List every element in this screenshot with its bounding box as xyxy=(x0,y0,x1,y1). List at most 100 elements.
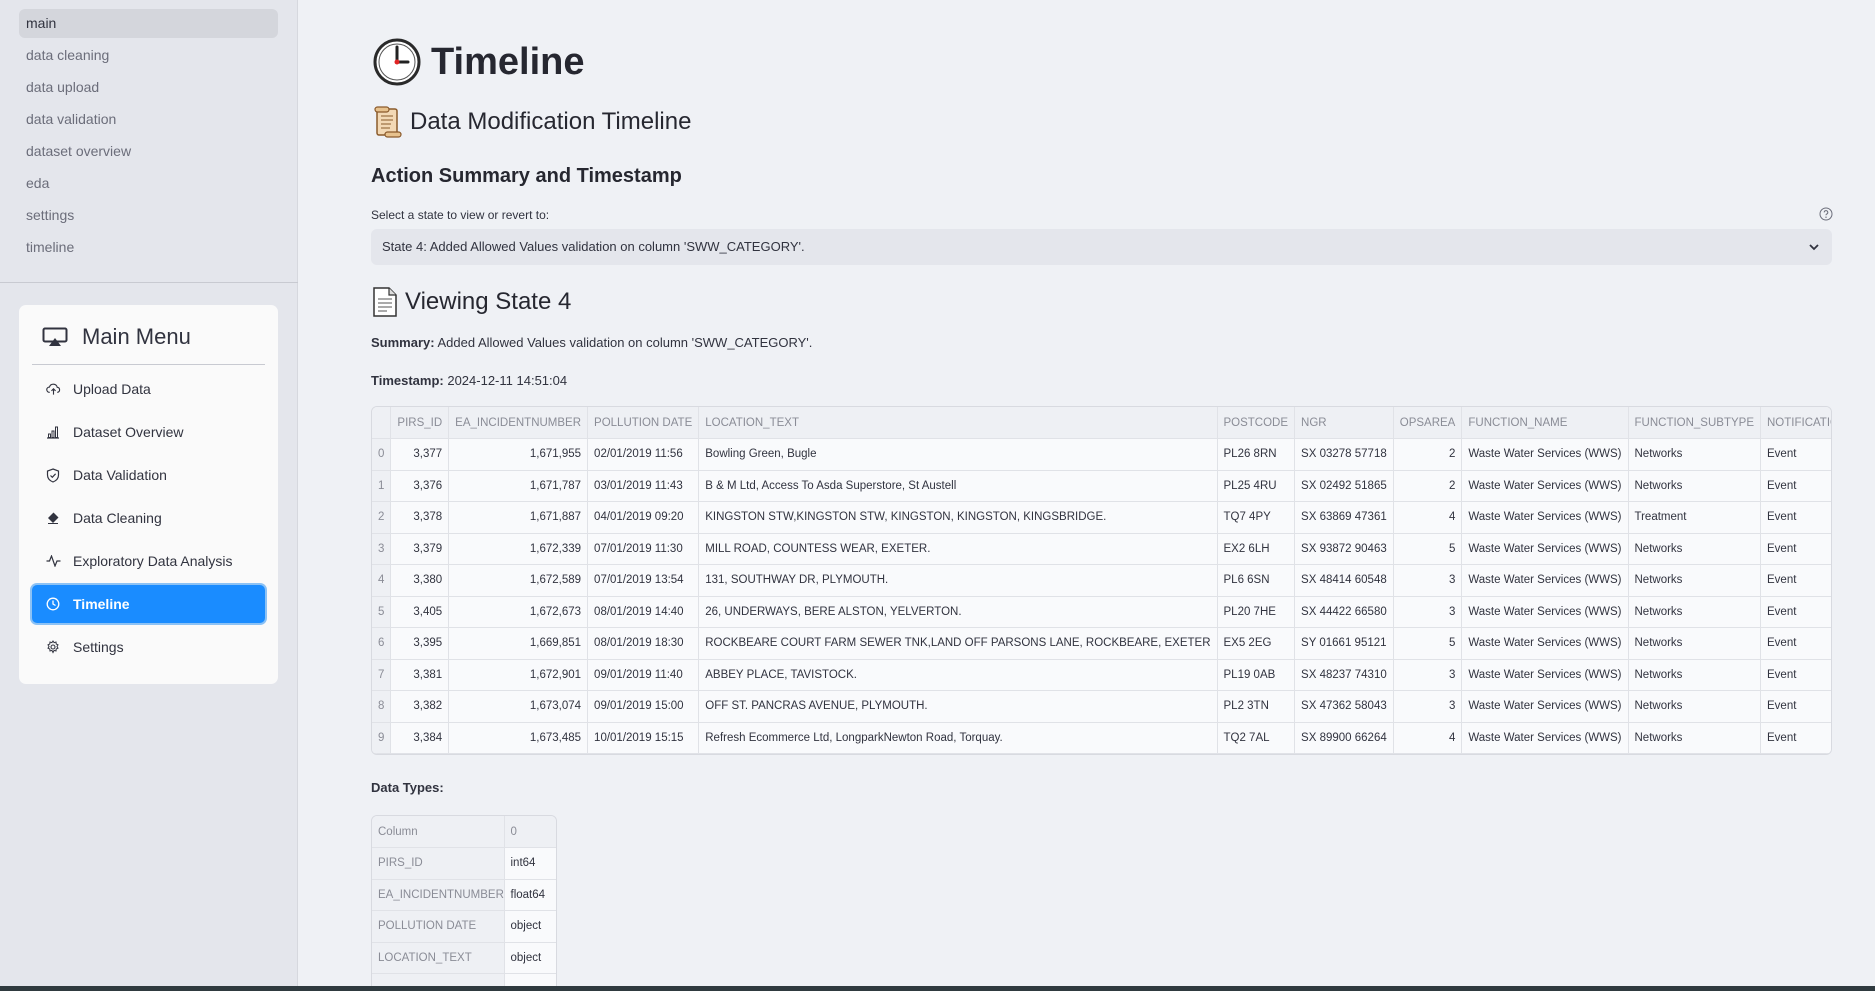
table-header-row: PIRS_ID EA_INCIDENTNUMBER POLLUTION DATE LO… xyxy=(372,407,1831,439)
table-cell: Waste Water Services (WWS) xyxy=(1461,533,1629,565)
table-row[interactable]: 5 3,405 1,672,673 08/01/2019 14:40 26, UNDER… xyxy=(372,596,1831,628)
menu-item-timeline[interactable]: Timeline xyxy=(32,585,265,623)
table-row[interactable]: 4 3,380 1,672,589 07/01/2019 13:54 131, SOUT… xyxy=(372,564,1831,597)
column-header[interactable]: NGR xyxy=(1294,407,1394,439)
table-cell: 1,673,074 xyxy=(448,690,589,723)
column-name-cell: POLLUTION DATE xyxy=(372,910,505,943)
menu-item-exploratory-data-analysis[interactable]: Exploratory Data Analysis xyxy=(32,542,265,580)
table-cell: TQ2 7AL xyxy=(1217,722,1296,754)
table-cell: OFF ST. PANCRAS AVENUE, PLYMOUTH. xyxy=(698,690,1218,723)
row-index: 8 xyxy=(372,690,392,723)
table-row[interactable]: 0 3,377 1,671,955 02/01/2019 11:56 Bowling G… xyxy=(372,438,1831,471)
table-row[interactable]: 8 3,382 1,673,074 09/01/2019 15:00 OFF ST. P… xyxy=(372,690,1831,723)
menu-item-data-validation[interactable]: Data Validation xyxy=(32,456,265,494)
table-cell: B & M Ltd, Access To Asda Superstore, St… xyxy=(698,470,1218,502)
page-link-settings[interactable]: settings xyxy=(19,201,278,230)
table-row[interactable]: 2 3,378 1,671,887 04/01/2019 09:20 KINGSTON … xyxy=(372,501,1831,534)
dtype-cell: float64 xyxy=(504,879,556,911)
column-header[interactable]: FUNCTION_NAME xyxy=(1461,407,1629,439)
table-cell: Event xyxy=(1760,470,1831,502)
index-header[interactable] xyxy=(372,407,392,439)
table-row[interactable]: 6 3,395 1,669,851 08/01/2019 18:30 ROCKBEARE… xyxy=(372,627,1831,660)
table-row: POLLUTION DATE object xyxy=(372,910,556,943)
table-cell: 5 xyxy=(1393,627,1463,660)
row-index: 1 xyxy=(372,470,392,502)
page-link-data-cleaning[interactable]: data cleaning xyxy=(19,41,278,70)
table-cell: 5 xyxy=(1393,533,1463,565)
table-cell: Event xyxy=(1760,533,1831,565)
help-icon[interactable] xyxy=(1819,207,1833,221)
summary-text: Added Allowed Values validation on colum… xyxy=(434,335,813,350)
column-header[interactable]: NOTIFICATION_TYPE xyxy=(1760,407,1831,439)
table-cell: 1,671,955 xyxy=(448,438,589,471)
column-header[interactable]: OPSAREA xyxy=(1393,407,1463,439)
table-row[interactable]: 9 3,384 1,673,485 10/01/2019 15:15 Refresh E… xyxy=(372,722,1831,754)
page-link-data-validation[interactable]: data validation xyxy=(19,105,278,134)
column-header[interactable]: 0 xyxy=(504,816,556,848)
table-cell: Waste Water Services (WWS) xyxy=(1461,659,1629,691)
table-cell: 1,673,485 xyxy=(448,722,589,754)
menu-item-label: Data Validation xyxy=(73,467,167,483)
chevron-down-icon xyxy=(1809,244,1819,251)
scroll-icon xyxy=(374,106,402,138)
dtypes-table: Column 0 PIRS_ID int64 EA_INCIDENTNUMBER flo… xyxy=(372,816,556,990)
table-row[interactable]: 3 3,379 1,672,339 07/01/2019 11:30 MILL ROAD… xyxy=(372,533,1831,565)
data-table: PIRS_ID EA_INCIDENTNUMBER POLLUTION DATE LO… xyxy=(372,407,1831,754)
state-select[interactable]: State 4: Added Allowed Values validation… xyxy=(371,229,1832,265)
column-header[interactable]: Column xyxy=(372,816,505,848)
table-cell: 1,672,589 xyxy=(448,564,589,597)
column-header[interactable]: POSTCODE xyxy=(1217,407,1296,439)
table-cell: SX 47362 58043 xyxy=(1294,690,1394,723)
row-index: 9 xyxy=(372,722,392,754)
data-types-label: Data Types: xyxy=(371,780,444,795)
table-row[interactable]: 1 3,376 1,671,787 03/01/2019 11:43 B & M Ltd… xyxy=(372,470,1831,502)
table-cell: 3,384 xyxy=(390,722,450,754)
page-link-eda[interactable]: eda xyxy=(19,169,278,198)
menu-item-settings[interactable]: Settings xyxy=(32,628,265,666)
page-navigation: main data cleaning data upload data vali… xyxy=(0,0,297,262)
menu-item-data-cleaning[interactable]: Data Cleaning xyxy=(32,499,265,537)
column-header[interactable]: LOCATION_TEXT xyxy=(698,407,1218,439)
table-cell: Waste Water Services (WWS) xyxy=(1461,564,1629,597)
table-cell: 4 xyxy=(1393,501,1463,534)
table-cell: Networks xyxy=(1628,627,1761,660)
table-body: PIRS_ID int64 EA_INCIDENTNUMBER float64 POLL… xyxy=(372,847,556,990)
column-header[interactable]: POLLUTION DATE xyxy=(587,407,700,439)
table-cell: 09/01/2019 15:00 xyxy=(587,690,700,723)
table-cell: SX 44422 66580 xyxy=(1294,596,1394,628)
table-cell: Bowling Green, Bugle xyxy=(698,438,1218,471)
table-row[interactable]: 7 3,381 1,672,901 09/01/2019 11:40 ABBEY PLA… xyxy=(372,659,1831,691)
menu-item-dataset-overview[interactable]: Dataset Overview xyxy=(32,413,265,451)
page-link-main[interactable]: main xyxy=(19,9,278,38)
data-types-table[interactable]: Column 0 PIRS_ID int64 EA_INCIDENTNUMBER flo… xyxy=(371,815,557,991)
cloud-upload-icon xyxy=(45,381,61,397)
table-cell: 1,669,851 xyxy=(448,627,589,660)
table-cell: Waste Water Services (WWS) xyxy=(1461,627,1629,660)
column-header[interactable]: EA_INCIDENTNUMBER xyxy=(448,407,589,439)
page-link-dataset-overview[interactable]: dataset overview xyxy=(19,137,278,166)
table-cell: 3 xyxy=(1393,596,1463,628)
timestamp-label: Timestamp: xyxy=(371,373,444,388)
row-index: 7 xyxy=(372,659,392,691)
column-header[interactable]: PIRS_ID xyxy=(390,407,450,439)
menu-item-label: Upload Data xyxy=(73,381,151,397)
main-menu-header: Main Menu xyxy=(32,310,265,365)
state-dataframe[interactable]: PIRS_ID EA_INCIDENTNUMBER POLLUTION DATE LO… xyxy=(371,406,1832,755)
table-cell: 3,381 xyxy=(390,659,450,691)
page-link-data-upload[interactable]: data upload xyxy=(19,73,278,102)
sidebar: main data cleaning data upload data vali… xyxy=(0,0,298,991)
table-cell: PL6 6SN xyxy=(1217,564,1296,597)
table-cell: 02/01/2019 11:56 xyxy=(587,438,700,471)
table-row: PIRS_ID int64 xyxy=(372,847,556,880)
table-cell: Event xyxy=(1760,564,1831,597)
table-cell: PL25 4RU xyxy=(1217,470,1296,502)
column-header[interactable]: FUNCTION_SUBTYPE xyxy=(1628,407,1761,439)
state-select-label: Select a state to view or revert to: xyxy=(371,208,550,222)
section-heading: Action Summary and Timestamp xyxy=(371,165,682,187)
table-cell: 09/01/2019 11:40 xyxy=(587,659,700,691)
table-cell: 131, SOUTHWAY DR, PLYMOUTH. xyxy=(698,564,1218,597)
menu-item-upload-data[interactable]: Upload Data xyxy=(32,370,265,408)
page-link-timeline[interactable]: timeline xyxy=(19,233,278,262)
document-icon xyxy=(373,287,397,317)
table-cell: 1,671,787 xyxy=(448,470,589,502)
